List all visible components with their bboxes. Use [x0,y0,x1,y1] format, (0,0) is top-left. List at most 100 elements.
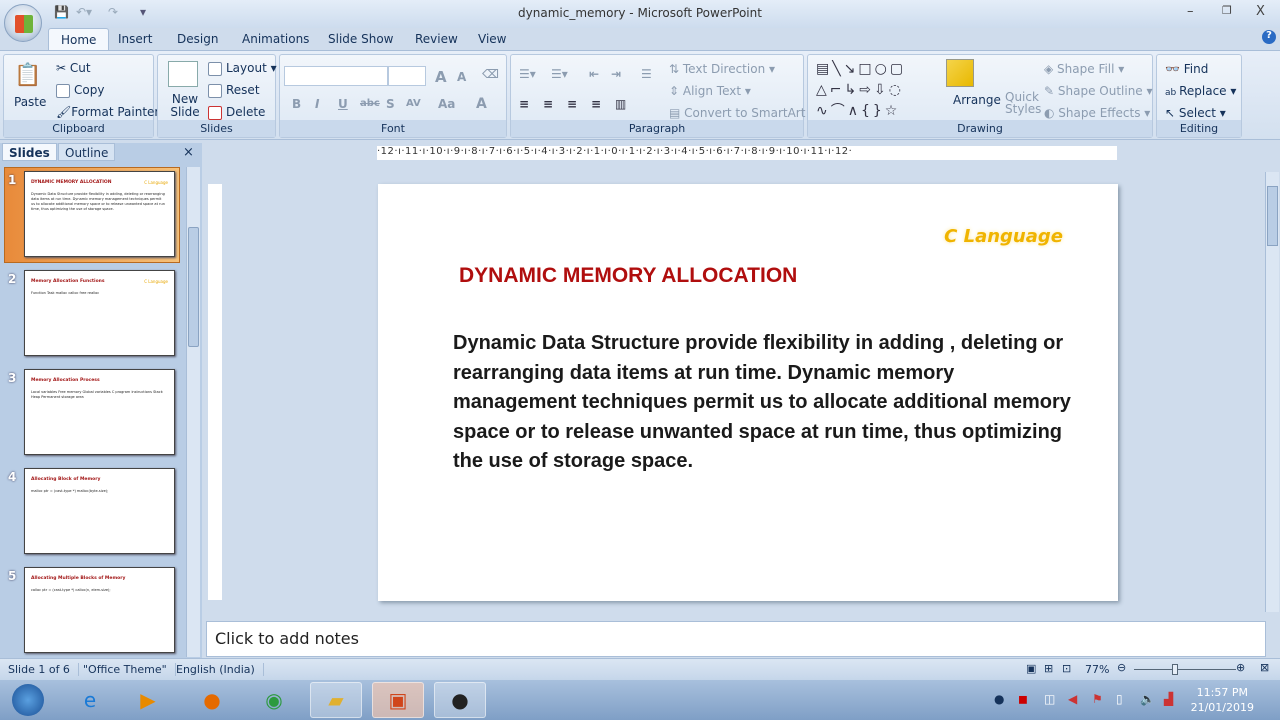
align-left-icon[interactable]: ≡ [519,97,529,111]
select-button[interactable]: ↖ Select ▾ [1165,106,1226,120]
italic-button[interactable]: I [315,97,319,111]
strikethrough-button[interactable]: abc [360,98,380,109]
align-center-icon[interactable]: ≡ [543,97,553,111]
shadow-button[interactable]: S [386,97,395,111]
slide-sorter-icon[interactable]: ⊞ [1044,662,1053,675]
tab-review[interactable]: Review [415,32,458,46]
bold-button[interactable]: B [292,97,301,111]
zoom-slider-thumb[interactable] [1171,664,1178,675]
shrink-font-button[interactable]: A [457,70,466,84]
tab-slide-show[interactable]: Slide Show [328,32,393,46]
font-size-input[interactable] [388,66,426,86]
start-button[interactable] [2,682,54,718]
tab-outline[interactable]: Outline [58,143,116,161]
character-spacing-button[interactable]: AV [406,98,421,109]
speaker-tray-icon[interactable]: ◀ [1068,692,1077,706]
decrease-indent-icon[interactable]: ⇤ [589,67,599,81]
help-icon[interactable]: ? [1262,30,1276,44]
new-slide-button[interactable]: New Slide [168,93,202,119]
firefox-icon[interactable]: ● [186,682,238,718]
convert-smartart-button[interactable]: ▤ Convert to SmartArt ▾ [669,106,815,120]
panel-scrollbar[interactable] [186,167,200,657]
zoom-out-icon[interactable]: ⊖ [1117,661,1126,674]
slide-thumbnail[interactable]: Allocating Multiple Blocks of Memory cal… [24,567,175,653]
find-button[interactable]: 👓 Find [1165,62,1208,76]
cut-button[interactable]: ✂ Cut [56,61,91,75]
arrange-button[interactable]: Arrange [953,93,1001,107]
align-right-icon[interactable]: ≡ [567,97,577,111]
align-text-button[interactable]: ⇕ Align Text ▾ [669,84,751,98]
line-spacing-icon[interactable]: ☰ [641,67,652,81]
tab-home[interactable]: Home [48,28,110,51]
slideshow-view-icon[interactable]: ⊡ [1062,662,1071,675]
restore-button[interactable]: ❐ [1222,4,1232,17]
close-panel-button[interactable]: × [183,145,194,160]
tab-animations[interactable]: Animations [242,32,309,46]
network-icon[interactable]: ▟ [1164,692,1173,706]
paste-button[interactable]: Paste [14,95,46,109]
slide-scrollbar[interactable] [1265,172,1279,612]
numbering-icon[interactable]: ☰▾ [551,67,568,81]
powerpoint-taskbar-icon[interactable]: ▣ [372,682,424,718]
quick-styles-button[interactable]: Quick Styles [1005,91,1041,115]
slide-thumbnail[interactable]: DYNAMIC MEMORY ALLOCATION C Language Dyn… [24,171,175,257]
zoom-slider[interactable] [1134,664,1236,675]
font-name-input[interactable] [284,66,388,86]
clear-formatting-icon[interactable]: ⌫ [482,67,499,81]
delete-button[interactable]: Delete [208,105,265,120]
shape-effects-button[interactable]: ◐ Shape Effects ▾ [1044,106,1150,120]
fit-to-window-icon[interactable]: ⊠ [1260,661,1269,674]
change-case-button[interactable]: Aa [438,97,455,111]
save-icon[interactable]: 💾 [54,5,69,19]
file-explorer-icon[interactable]: ▰ [310,682,362,718]
normal-view-icon[interactable]: ▣ [1026,662,1036,675]
volume-icon[interactable]: 🔈 [1140,692,1155,706]
slide-thumbnail[interactable]: Memory Allocation Functions C Language F… [24,270,175,356]
slide-thumbnail[interactable]: Allocating Block of Memory malloc ptr = … [24,468,175,554]
tab-design[interactable]: Design [177,32,218,46]
zoom-in-icon[interactable]: ⊕ [1236,661,1245,674]
notes-input[interactable]: Click to add notes [206,621,1266,657]
slide-thumbnail[interactable]: Memory Allocation Process Local variable… [24,369,175,455]
font-color-button[interactable]: A [476,96,487,112]
bullets-icon[interactable]: ☰▾ [519,67,536,81]
search-tray-icon[interactable]: ◼ [1018,692,1028,706]
flag-tray-icon[interactable]: ⚑ [1092,692,1103,706]
tab-slides[interactable]: Slides [2,143,57,161]
text-direction-button[interactable]: ⇅ Text Direction ▾ [669,62,775,76]
underline-button[interactable]: U [338,97,348,111]
zoom-level[interactable]: 77% [1085,663,1109,676]
shapes-gallery[interactable]: ▤╲↘□○▢ △⌐↳⇨⇩◌ ∿⌒∧{}☆ [816,59,906,122]
internet-explorer-icon[interactable]: e [64,682,116,718]
slide-body[interactable]: Dynamic Data Structure provide flexibili… [453,329,1073,477]
slide-scroll-thumb[interactable] [1267,186,1278,246]
increase-indent-icon[interactable]: ⇥ [611,67,621,81]
customize-qat-icon[interactable]: ▾ [140,5,146,19]
close-button[interactable]: X [1256,4,1265,19]
clock[interactable]: 11:57 PM 21/01/2019 [1191,685,1254,715]
tray-app-icon[interactable]: ◫ [1044,692,1055,706]
panel-scroll-thumb[interactable] [188,227,199,347]
obs-icon[interactable]: ● [434,682,486,718]
layout-button[interactable]: Layout ▾ [208,61,277,76]
columns-icon[interactable]: ▥ [615,97,626,111]
redo-icon[interactable]: ↷ [108,5,118,19]
copy-button[interactable]: Copy [56,83,104,98]
language[interactable]: English (India) [176,663,264,676]
office-button[interactable] [4,4,42,42]
slide-tag[interactable]: C Language [944,226,1063,247]
reset-button[interactable]: Reset [208,83,260,98]
shape-fill-button[interactable]: ◈ Shape Fill ▾ [1044,62,1124,76]
undo-icon[interactable]: ↶▾ [76,5,92,19]
slide-canvas[interactable]: C Language DYNAMIC MEMORY ALLOCATION Dyn… [378,184,1118,601]
format-painter-button[interactable]: 🖌Format Painter [56,105,159,119]
power-tray-icon[interactable]: ▯ [1116,692,1123,706]
replace-button[interactable]: ab Replace ▾ [1165,84,1236,98]
justify-icon[interactable]: ≡ [591,97,601,111]
tab-insert[interactable]: Insert [118,32,152,46]
tab-view[interactable]: View [478,32,506,46]
shape-outline-button[interactable]: ✎ Shape Outline ▾ [1044,84,1153,98]
theme-name[interactable]: "Office Theme" [83,663,176,676]
chrome-icon[interactable]: ◉ [248,682,300,718]
grow-font-button[interactable]: A [435,68,447,86]
